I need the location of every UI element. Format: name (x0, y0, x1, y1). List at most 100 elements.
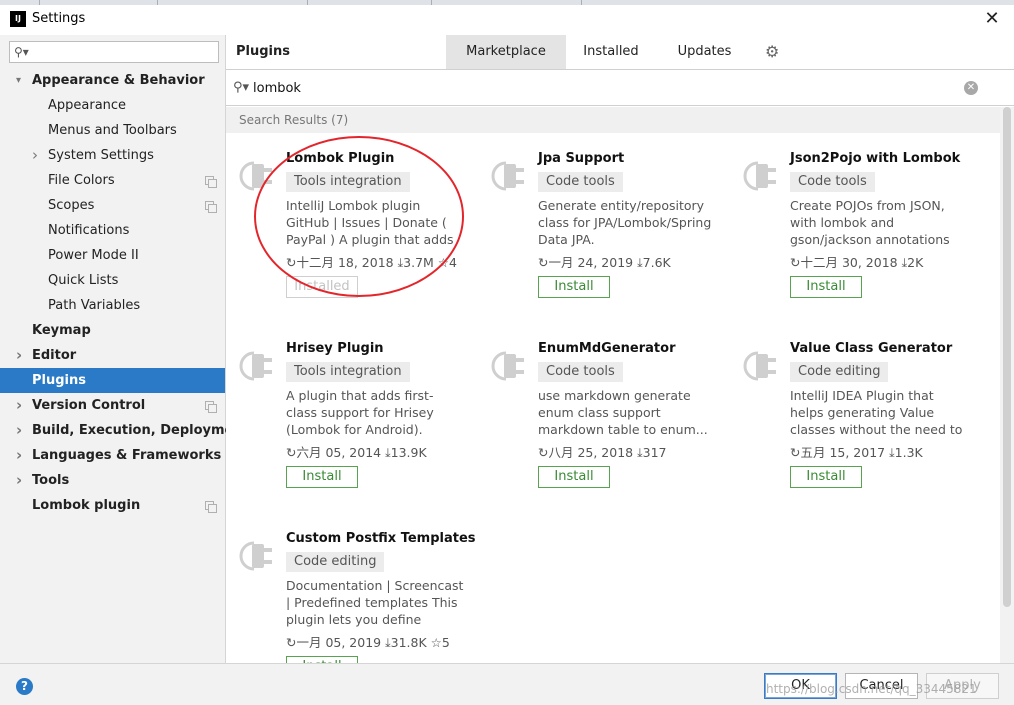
plugin-downloads: 31.8K (390, 635, 427, 650)
plugin-tag: Code tools (538, 362, 623, 382)
sidebar-item-label: File Colors (48, 173, 115, 188)
sidebar-item-keymap[interactable]: Keymap (0, 318, 225, 343)
tab-updates[interactable]: Updates (661, 35, 748, 69)
plugin-description: IntelliJ Lombok plugin GitHub | Issues |… (286, 198, 454, 247)
scrollbar[interactable] (1000, 107, 1014, 663)
gear-icon[interactable]: ⚙ (765, 42, 779, 61)
ok-button[interactable]: OK (764, 673, 837, 699)
sidebar-item-label: Quick Lists (48, 273, 119, 288)
sidebar-item-label: Version Control (32, 398, 146, 413)
plugin-name[interactable]: Jpa Support (538, 151, 624, 166)
plugins-panel: Plugins Marketplace Installed Updates ⚙ … (226, 35, 1014, 663)
refresh-icon: ↻ (538, 255, 549, 270)
install-button[interactable]: Install (286, 466, 358, 488)
sidebar-item-appearance-behavior[interactable]: ▾ Appearance & Behavior (0, 68, 225, 93)
chevron-down-icon[interactable]: ▾ (16, 68, 21, 93)
sidebar-item-build-execution-deployment[interactable]: › Build, Execution, Deployment (0, 418, 249, 443)
plugin-name[interactable]: Value Class Generator (790, 341, 952, 356)
page-title: Plugins (236, 44, 290, 59)
plugin-card[interactable]: Jpa Support Code tools Generate entity/rep… (478, 141, 728, 311)
sidebar-item-scopes[interactable]: Scopes (0, 193, 225, 218)
tab-installed[interactable]: Installed (571, 35, 651, 69)
plugin-name[interactable]: Json2Pojo with Lombok (790, 151, 960, 166)
plugin-card[interactable]: Hrisey Plugin Tools integration A plugin t… (226, 331, 476, 501)
plugin-meta: ↻一月 24, 2019 ⤓7.6K (538, 252, 671, 271)
plugin-rating: 5 (441, 635, 450, 650)
cancel-button[interactable]: Cancel (845, 673, 918, 699)
sidebar-item-languages-frameworks[interactable]: › Languages & Frameworks (0, 443, 225, 468)
sidebar-item-notifications[interactable]: Notifications (0, 218, 225, 243)
plugin-icon (236, 347, 274, 385)
window-title: Settings (32, 11, 86, 26)
install-button[interactable]: Install (286, 656, 358, 663)
dialog-footer: ? OK Cancel Apply https://blog.csdn.net/… (0, 663, 1014, 705)
sidebar-search-input[interactable]: ⚲▾ (9, 41, 219, 63)
title-bar: IJ Settings ✕ (0, 5, 1014, 35)
scrollbar-thumb[interactable] (1003, 107, 1011, 607)
chevron-right-icon[interactable]: › (16, 443, 22, 468)
chevron-right-icon[interactable]: › (32, 143, 38, 168)
sidebar-item-label: Keymap (32, 323, 91, 338)
plugin-description: IntelliJ IDEA Plugin that helps generati… (790, 388, 963, 437)
sidebar-item-path-variables[interactable]: Path Variables (0, 293, 225, 318)
installed-button[interactable]: Installed (286, 276, 358, 298)
star-icon: ☆ (437, 255, 450, 270)
sidebar-item-label: Plugins (32, 373, 86, 388)
install-button[interactable]: Install (538, 466, 610, 488)
plugin-date: 十二月 30, 2018 (800, 255, 898, 270)
sidebar-item-version-control[interactable]: › Version Control (0, 393, 225, 418)
chevron-right-icon[interactable]: › (16, 418, 22, 443)
plugin-name[interactable]: Hrisey Plugin (286, 341, 384, 356)
apply-button[interactable]: Apply (926, 673, 999, 699)
settings-sidebar: ⚲▾ ▾ Appearance & Behavior Appearance Menus… (0, 35, 249, 663)
plugin-downloads: 13.9K (390, 445, 427, 460)
plugin-card[interactable]: Value Class Generator Code editing Intelli… (730, 331, 980, 501)
sidebar-item-system-settings[interactable]: › System Settings (0, 143, 225, 168)
sidebar-item-power-mode-ii[interactable]: Power Mode II (0, 243, 225, 268)
plugin-name[interactable]: Lombok Plugin (286, 151, 394, 166)
settings-tree: ▾ Appearance & Behavior Appearance Menus an… (0, 68, 249, 518)
copy-icon (205, 501, 217, 513)
plugin-meta: ↻五月 15, 2017 ⤓1.3K (790, 442, 923, 461)
plugin-icon (740, 157, 778, 195)
sidebar-item-lombok-plugin[interactable]: Lombok plugin (0, 493, 225, 518)
sidebar-item-menus-and-toolbars[interactable]: Menus and Toolbars (0, 118, 225, 143)
close-icon[interactable]: ✕ (980, 7, 1004, 31)
sidebar-item-file-colors[interactable]: File Colors (0, 168, 225, 193)
plugin-date: 一月 05, 2019 (296, 635, 382, 650)
sidebar-item-quick-lists[interactable]: Quick Lists (0, 268, 225, 293)
sidebar-item-label: Power Mode II (48, 248, 139, 263)
chevron-right-icon[interactable]: › (16, 393, 22, 418)
install-button[interactable]: Install (790, 466, 862, 488)
plugin-downloads: 317 (642, 445, 667, 460)
plugin-search-input[interactable] (253, 78, 953, 98)
plugin-date: 十二月 18, 2018 (296, 255, 394, 270)
sidebar-item-label: Build, Execution, Deployment (32, 423, 249, 438)
plugin-card[interactable]: Lombok Plugin Tools integration IntelliJ L… (226, 141, 476, 311)
plugin-results-list: Lombok Plugin Tools integration IntelliJ L… (226, 133, 1000, 663)
plugin-card[interactable]: Custom Postfix Templates Code editing Docu… (226, 521, 476, 663)
results-header: Search Results (7) (226, 107, 1000, 133)
tab-marketplace[interactable]: Marketplace (446, 35, 566, 69)
plugin-name[interactable]: EnumMdGenerator (538, 341, 675, 356)
plugin-card[interactable]: Json2Pojo with Lombok Code tools Create PO… (730, 141, 980, 311)
install-button[interactable]: Install (790, 276, 862, 298)
sidebar-item-appearance[interactable]: Appearance (0, 93, 225, 118)
clear-search-icon[interactable]: ✕ (964, 81, 978, 95)
chevron-right-icon[interactable]: › (16, 468, 22, 493)
install-button[interactable]: Install (538, 276, 610, 298)
results-count: Search Results (7) (239, 113, 349, 127)
chevron-right-icon[interactable]: › (16, 343, 22, 368)
refresh-icon: ↻ (286, 255, 297, 270)
sidebar-item-label: Notifications (48, 223, 130, 238)
sidebar-item-plugins[interactable]: Plugins (0, 368, 225, 393)
plugin-name[interactable]: Custom Postfix Templates (286, 531, 476, 546)
star-icon: ☆ (430, 635, 442, 650)
plugin-card[interactable]: EnumMdGenerator Code tools use markdown ge… (478, 331, 728, 501)
sidebar-item-tools[interactable]: › Tools (0, 468, 225, 493)
plugin-downloads: 3.7M (403, 255, 434, 270)
help-icon[interactable]: ? (16, 678, 33, 695)
sidebar-item-label: Appearance & Behavior (32, 73, 205, 88)
refresh-icon: ↻ (286, 635, 297, 650)
sidebar-item-editor[interactable]: › Editor (0, 343, 225, 368)
